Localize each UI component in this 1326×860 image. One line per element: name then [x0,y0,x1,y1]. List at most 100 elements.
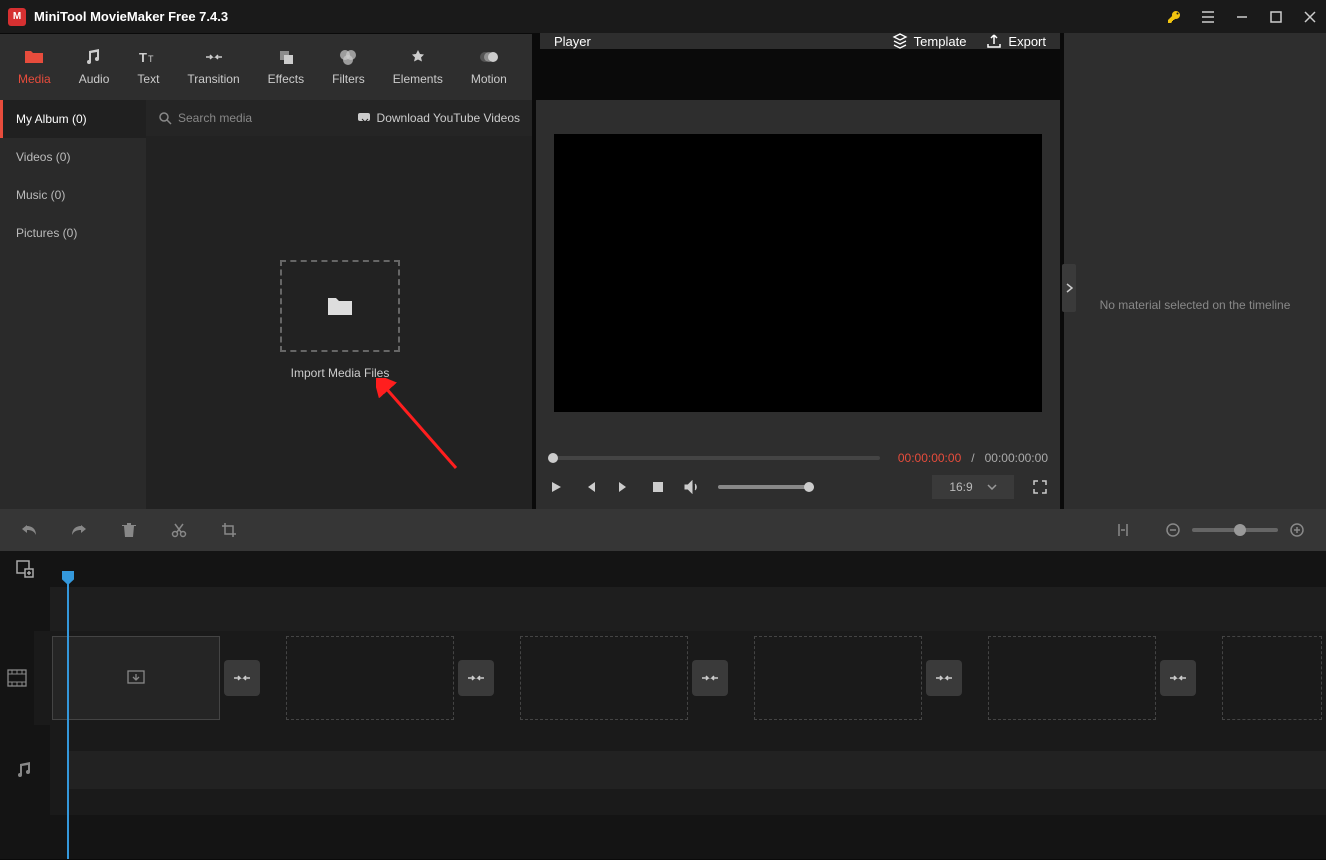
clip-slot[interactable] [286,636,454,720]
search-icon [158,111,172,125]
download-label: Download YouTube Videos [377,111,520,125]
import-media-label: Import Media Files [280,366,400,380]
effects-icon [278,48,294,66]
annotation-arrow [376,378,466,478]
fullscreen-button[interactable] [1032,479,1048,495]
maximize-button[interactable] [1268,9,1284,25]
transition-icon [205,48,223,66]
export-label: Export [1008,34,1046,49]
app-logo-icon: M [8,8,26,26]
properties-empty-text: No material selected on the timeline [1100,298,1291,312]
tab-label: Transition [187,72,239,86]
transition-slot[interactable] [926,660,962,696]
transition-slot[interactable] [1160,660,1196,696]
tab-filters[interactable]: Filters [318,48,379,86]
export-icon [986,33,1002,49]
player-title: Player [554,34,591,49]
collapse-handle[interactable] [1062,264,1076,312]
play-button[interactable] [548,479,564,495]
time-current: 00:00:00:00 [898,451,961,465]
media-panel: Search media Download YouTube Videos Imp… [146,100,532,509]
filters-icon [339,48,357,66]
player-header: Player Template Export [540,33,1060,49]
volume-button[interactable] [684,479,700,495]
split-button[interactable] [170,521,188,539]
redo-button[interactable] [70,521,88,539]
sidebar-item-myalbum[interactable]: My Album (0) [0,100,146,138]
properties-header [1064,33,1326,100]
playhead[interactable] [67,575,69,859]
clip-slot[interactable] [988,636,1156,720]
tab-label: Media [18,72,51,86]
sidebar-item-music[interactable]: Music (0) [0,176,146,214]
tab-media[interactable]: Media [4,48,65,86]
elements-icon [410,48,426,66]
tab-text[interactable]: TT Text [123,48,173,86]
tab-label: Filters [332,72,365,86]
media-sidebar: My Album (0) Videos (0) Music (0) Pictur… [0,100,146,509]
clip-slot[interactable] [754,636,922,720]
fit-timeline-button[interactable] [1114,521,1132,539]
menu-icon[interactable] [1200,9,1216,25]
app-title: MiniTool MovieMaker Free 7.4.3 [34,9,1166,24]
import-media-button[interactable] [280,260,400,352]
search-placeholder: Search media [178,111,252,125]
tab-motion[interactable]: Motion [457,48,521,86]
template-button[interactable]: Template [892,33,967,49]
player-panel: 00:00:00:00 / 00:00:00:00 16:9 [536,100,1060,509]
time-total: 00:00:00:00 [985,451,1048,465]
properties-panel: No material selected on the timeline [1064,100,1326,509]
zoom-slider[interactable] [1192,528,1278,532]
delete-button[interactable] [120,521,138,539]
transition-slot[interactable] [224,660,260,696]
key-icon[interactable] [1166,9,1182,25]
volume-slider[interactable] [718,485,814,489]
undo-button[interactable] [20,521,38,539]
crop-button[interactable] [220,521,238,539]
preview-canvas[interactable] [554,134,1042,412]
folder-icon [24,48,44,66]
tab-transition[interactable]: Transition [173,48,253,86]
clip-slot[interactable] [520,636,688,720]
transition-slot[interactable] [458,660,494,696]
tab-elements[interactable]: Elements [379,48,457,86]
timeline-text-track[interactable] [0,587,1326,631]
zoom-out-button[interactable] [1164,521,1182,539]
close-button[interactable] [1302,9,1318,25]
audio-track-icon [0,761,50,779]
tab-label: Motion [471,72,507,86]
svg-text:T: T [139,50,147,65]
sidebar-item-videos[interactable]: Videos (0) [0,138,146,176]
timeline-toolbar [0,509,1326,551]
prev-frame-button[interactable] [582,479,598,495]
aspect-ratio-value: 16:9 [949,480,972,494]
add-track-button[interactable] [0,560,50,578]
sidebar-item-pictures[interactable]: Pictures (0) [0,214,146,252]
ribbon-tabs: Media Audio TT Text Transition Effects F… [0,34,532,100]
tab-label: Text [137,72,159,86]
folder-icon [326,295,354,317]
tab-effects[interactable]: Effects [254,48,318,86]
search-input[interactable]: Search media [158,111,349,125]
download-youtube-button[interactable]: Download YouTube Videos [357,111,520,125]
stop-button[interactable] [650,479,666,495]
transition-slot[interactable] [692,660,728,696]
seek-slider[interactable] [548,456,880,460]
tab-audio[interactable]: Audio [65,48,124,86]
timeline[interactable] [0,551,1326,859]
next-frame-button[interactable] [616,479,632,495]
minimize-button[interactable] [1234,9,1250,25]
aspect-ratio-dropdown[interactable]: 16:9 [932,475,1014,499]
music-note-icon [86,48,102,66]
timeline-audio-track[interactable] [0,725,1326,815]
import-clip-icon [126,669,146,687]
export-button[interactable]: Export [986,33,1046,49]
clip-slot[interactable] [1222,636,1322,720]
chevron-down-icon [987,484,997,490]
zoom-in-button[interactable] [1288,521,1306,539]
title-bar: M MiniTool MovieMaker Free 7.4.3 [0,0,1326,33]
template-icon [892,33,908,49]
clip-slot[interactable] [52,636,220,720]
tab-label: Effects [268,72,304,86]
timeline-video-track[interactable] [0,631,1326,725]
